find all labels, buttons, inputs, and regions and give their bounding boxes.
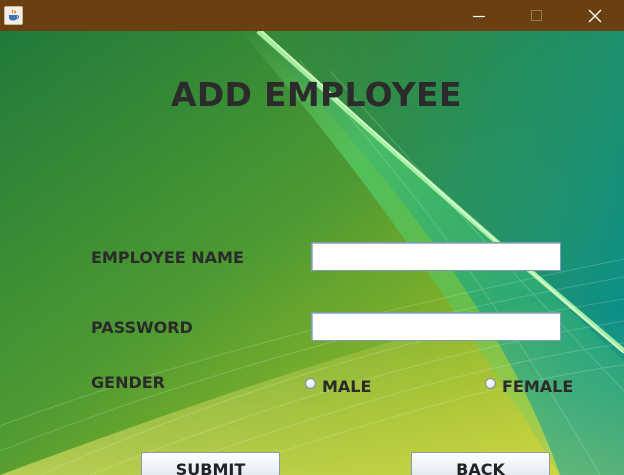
female-radio-label[interactable]: FEMALE: [502, 377, 573, 396]
maximize-button[interactable]: [508, 0, 566, 31]
employee-name-field[interactable]: [311, 242, 561, 271]
maximize-icon: [531, 9, 542, 21]
minimize-button[interactable]: [450, 0, 508, 31]
female-radio[interactable]: [485, 378, 496, 389]
java-cup-icon[interactable]: [4, 6, 23, 25]
window-titlebar[interactable]: [0, 0, 624, 31]
male-radio[interactable]: [305, 378, 316, 389]
password-label: PASSWORD: [91, 318, 193, 337]
employee-name-label: EMPLOYEE NAME: [91, 248, 244, 267]
form-panel: ADD EMPLOYEE EMPLOYEE NAME PASSWORD GEND…: [0, 31, 624, 475]
submit-button[interactable]: SUBMIT: [141, 452, 280, 475]
close-button[interactable]: [566, 0, 624, 31]
minimize-icon: [473, 15, 485, 17]
close-icon: [588, 9, 602, 22]
gender-label: GENDER: [91, 373, 165, 392]
page-title: ADD EMPLOYEE: [171, 75, 462, 114]
password-field[interactable]: [311, 312, 561, 341]
male-radio-label[interactable]: MALE: [322, 377, 371, 396]
back-button[interactable]: BACK: [411, 452, 550, 475]
